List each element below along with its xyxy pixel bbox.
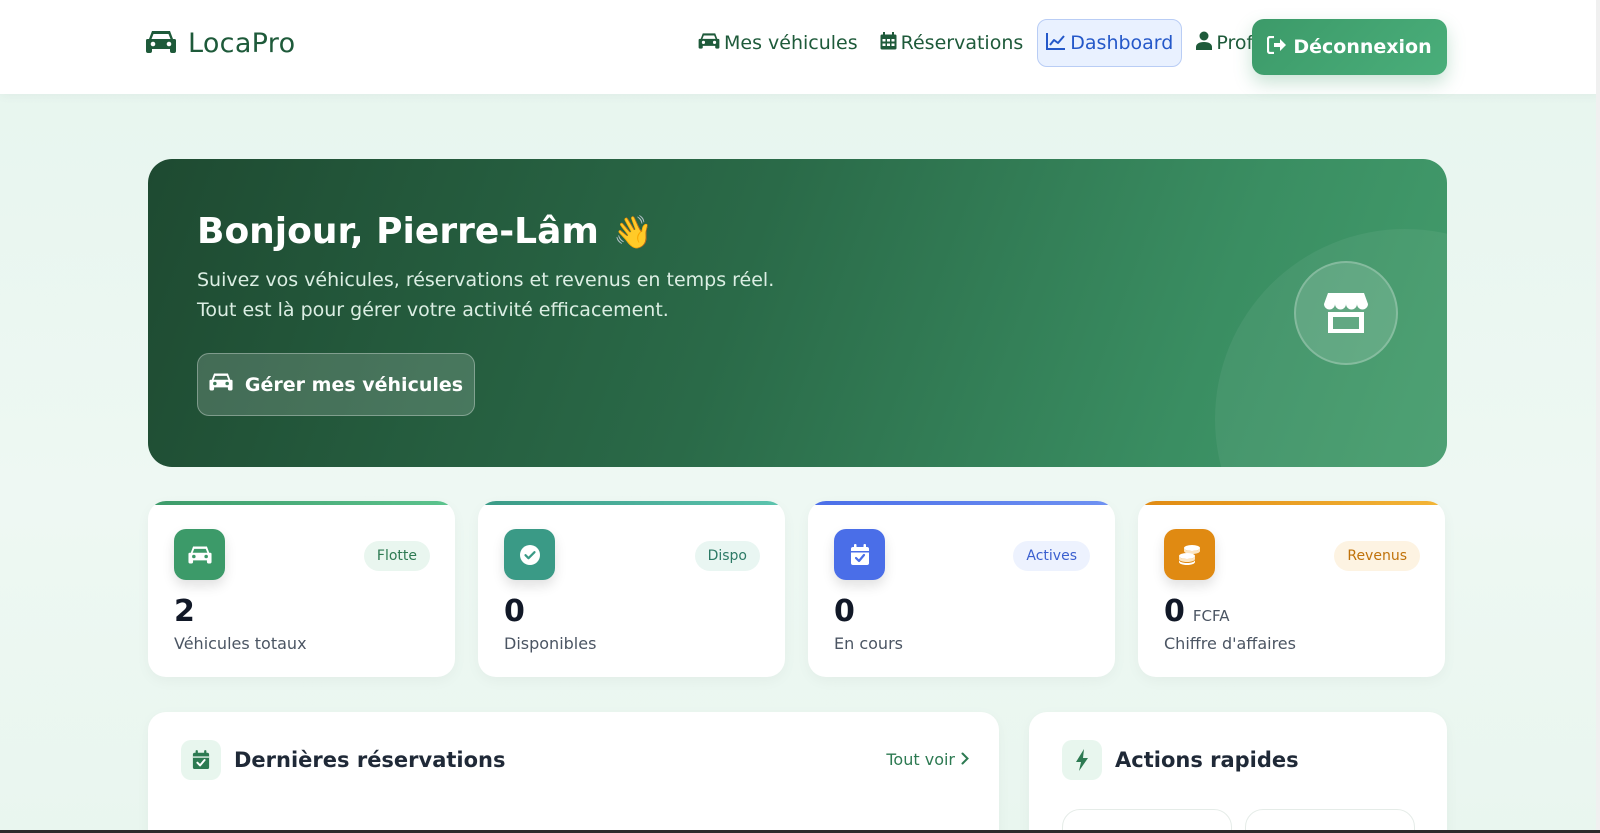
stat-card-fleet: Flotte 2 Véhicules totaux (148, 501, 455, 677)
check-circle-icon (504, 529, 555, 580)
nav-item-reservations[interactable]: Réservations (872, 19, 1032, 67)
panel-header: Actions rapides (1062, 740, 1299, 780)
logout-label: Déconnexion (1293, 36, 1432, 58)
button-label: Gérer mes véhicules (244, 373, 464, 396)
main-nav: Mes véhicules Réservations Dashboard Pro… (690, 19, 1272, 67)
hero-subtitle: Suivez vos véhicules, réservations et re… (197, 269, 775, 321)
car-icon (209, 372, 233, 397)
recent-reservations-panel: Dernières réservations Tout voir (148, 712, 999, 833)
accent-bar (148, 501, 455, 505)
car-icon (146, 29, 176, 59)
stat-card-active: Actives 0 En cours (808, 501, 1115, 677)
see-all-label: Tout voir (886, 750, 955, 769)
stat-number: 0 (504, 594, 525, 629)
stat-value: 0 FCFA (1164, 594, 1230, 629)
bolt-icon (1062, 740, 1102, 780)
hero-title: Bonjour, Pierre-Lâm 👋 (197, 211, 653, 252)
stat-label: En cours (834, 634, 903, 653)
status-badge: Actives (1013, 541, 1090, 571)
stat-number: 0 (1164, 594, 1185, 629)
calendar-icon (880, 31, 897, 55)
nav-label: Réservations (900, 32, 1024, 54)
stat-number: 2 (174, 594, 195, 629)
stat-card-revenue: Revenus 0 FCFA Chiffre d'affaires (1138, 501, 1445, 677)
nav-label: Dashboard (1070, 32, 1174, 54)
manage-vehicles-button[interactable]: Gérer mes véhicules (197, 353, 475, 416)
welcome-hero: Bonjour, Pierre-Lâm 👋 Suivez vos véhicul… (148, 159, 1447, 467)
stat-label: Disponibles (504, 634, 597, 653)
coins-icon (1164, 529, 1215, 580)
store-icon (1294, 261, 1398, 365)
currency-unit: FCFA (1192, 607, 1230, 625)
car-icon (174, 529, 225, 580)
stat-value: 0 (834, 594, 855, 629)
chevron-right-icon (961, 750, 969, 769)
nav-item-mes-vehicules[interactable]: Mes véhicules (690, 19, 866, 67)
status-badge: Flotte (363, 541, 430, 571)
accent-bar (478, 501, 785, 505)
stat-card-available: Dispo 0 Disponibles (478, 501, 785, 677)
panel-title: Dernières réservations (234, 748, 506, 772)
see-all-link[interactable]: Tout voir (886, 750, 969, 769)
calendar-check-icon (834, 529, 885, 580)
nav-label: Mes véhicules (724, 32, 858, 54)
user-icon (1196, 31, 1213, 55)
stat-label: Chiffre d'affaires (1164, 634, 1296, 653)
panel-title: Actions rapides (1115, 748, 1299, 772)
car-icon (698, 32, 720, 55)
chart-line-icon (1046, 32, 1066, 55)
stat-number: 0 (834, 594, 855, 629)
accent-bar (808, 501, 1115, 505)
stat-value: 2 (174, 594, 195, 629)
brand[interactable]: LocaPro (146, 28, 295, 59)
stat-value: 0 (504, 594, 525, 629)
sign-out-icon (1267, 35, 1287, 59)
wave-icon: 👋 (612, 212, 653, 251)
panel-header: Dernières réservations (181, 740, 506, 780)
top-navbar: LocaPro Mes véhicules Réservations Dashb… (0, 0, 1600, 94)
stat-label: Véhicules totaux (174, 634, 307, 653)
brand-name: LocaPro (188, 28, 296, 59)
greeting-text: Bonjour, Pierre-Lâm (197, 211, 599, 252)
status-badge: Revenus (1334, 541, 1420, 571)
accent-bar (1138, 501, 1445, 505)
quick-actions-panel: Actions rapides (1029, 712, 1447, 833)
nav-item-dashboard[interactable]: Dashboard (1037, 19, 1183, 67)
logout-button[interactable]: Déconnexion (1252, 19, 1447, 75)
status-badge: Dispo (694, 541, 760, 571)
calendar-check-icon (181, 740, 221, 780)
scrollbar[interactable] (1596, 0, 1600, 833)
